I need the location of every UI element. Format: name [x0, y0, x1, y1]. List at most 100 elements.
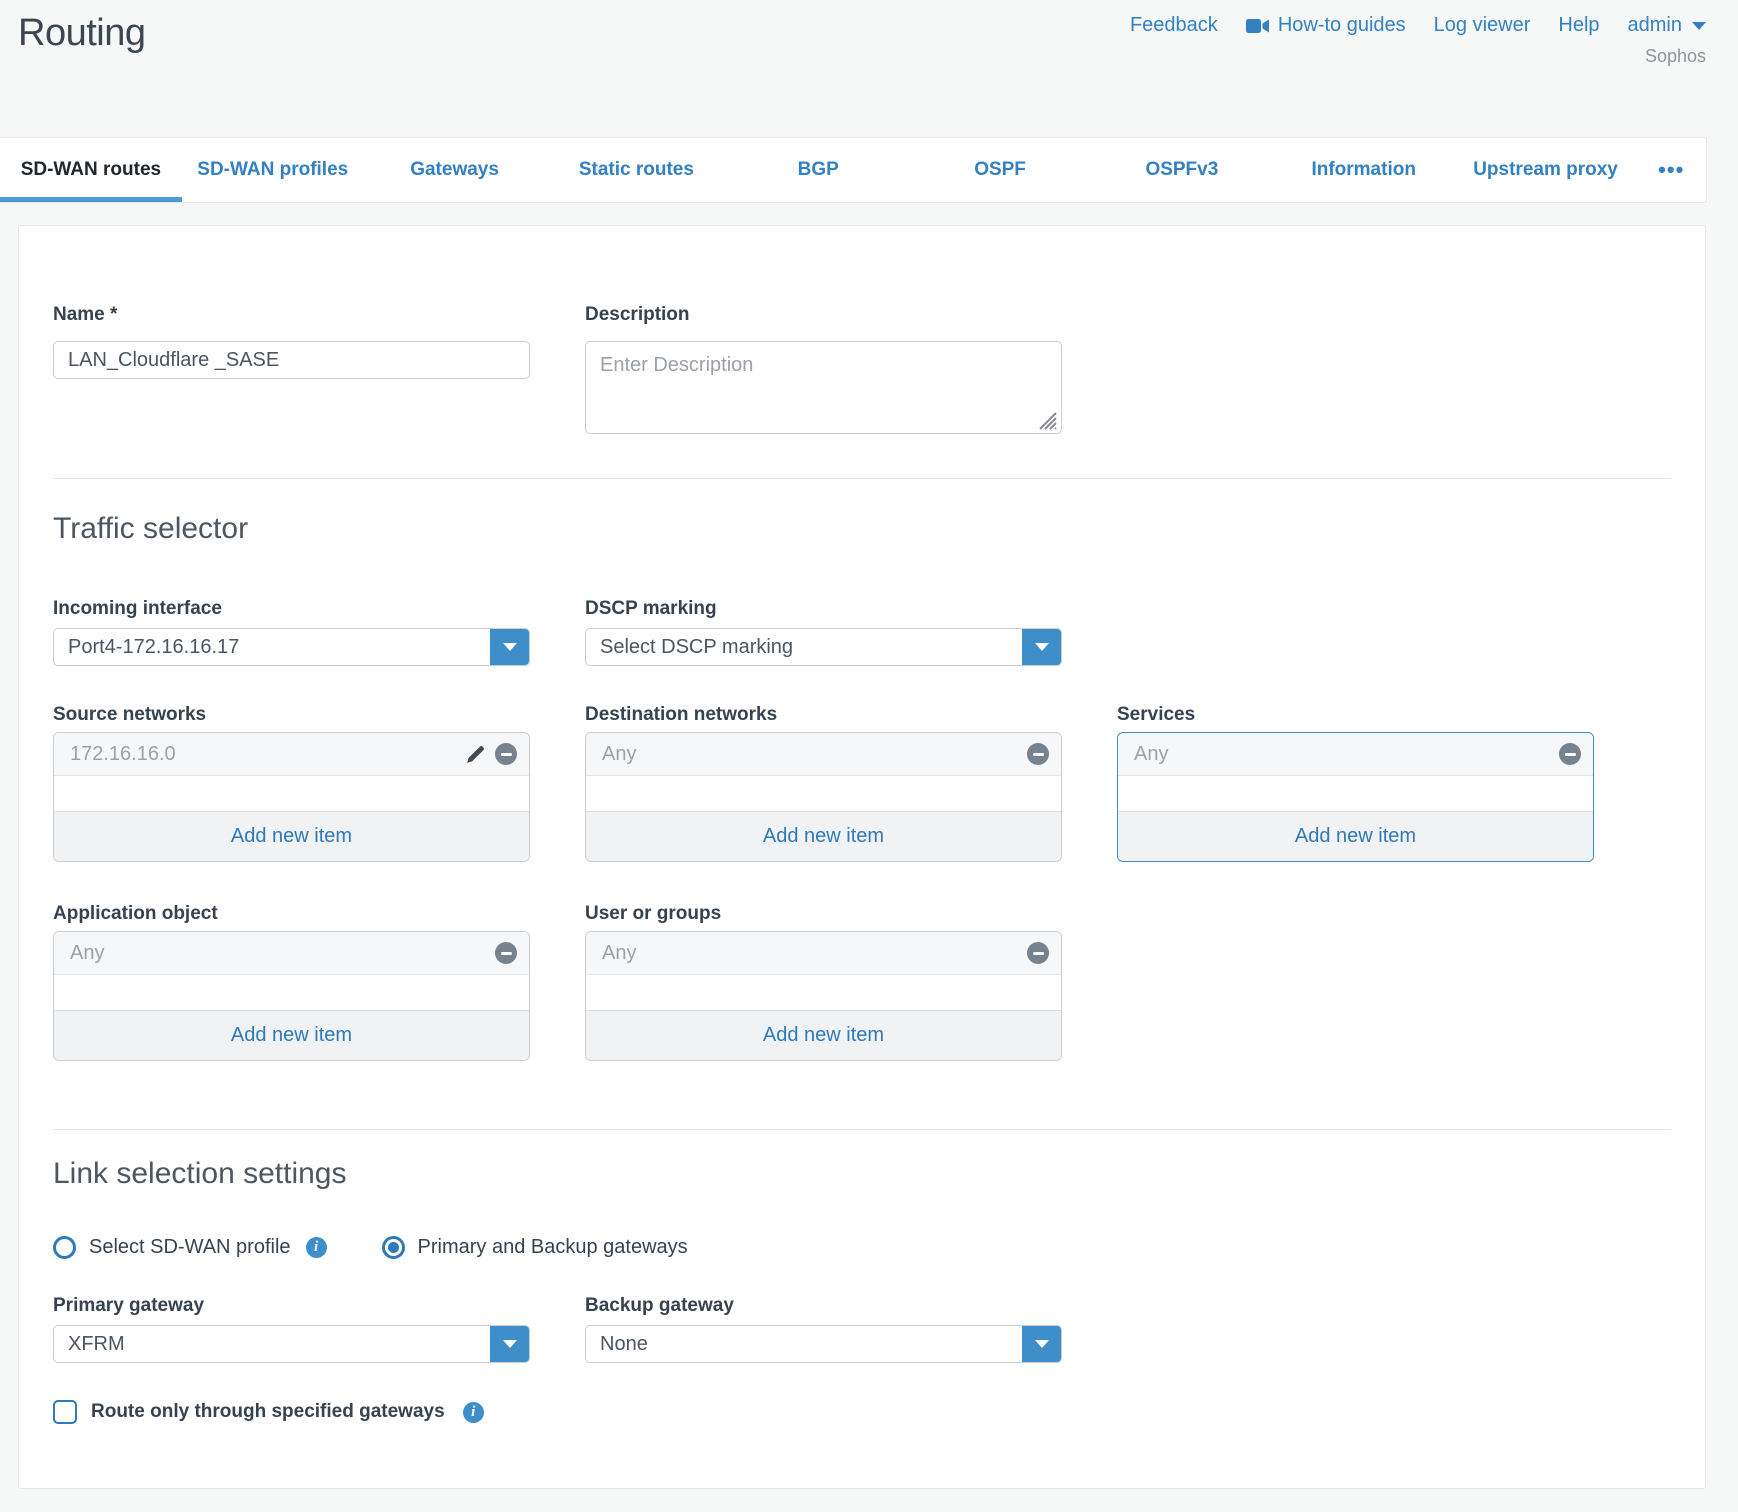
- list-empty-area: [586, 776, 1061, 811]
- radio-option-sdwan-profile: Select SD-WAN profile i: [53, 1236, 327, 1259]
- header-links: Feedback How-to guides Log viewer Help a…: [1130, 14, 1706, 37]
- log-viewer-link[interactable]: Log viewer: [1434, 14, 1531, 37]
- source-networks-listbox: 172.16.16.0 Add new item: [53, 732, 530, 862]
- link-selection-options: Select SD-WAN profile i Primary and Back…: [53, 1236, 1671, 1259]
- admin-menu[interactable]: admin: [1628, 14, 1706, 37]
- page-header: Routing Feedback How-to guides Log viewe…: [0, 0, 1738, 137]
- backup-gateway-field: Backup gateway None: [585, 1295, 1062, 1363]
- howto-guides-link[interactable]: How-to guides: [1246, 14, 1406, 37]
- dropdown-button[interactable]: [1022, 628, 1062, 666]
- user-or-groups-label: User or groups: [585, 903, 1062, 925]
- application-object-field: Application object Any Add new item: [53, 903, 530, 1061]
- tab-gateways[interactable]: Gateways: [364, 138, 546, 202]
- list-item-label: 172.16.16.0: [70, 743, 465, 766]
- name-input[interactable]: [53, 341, 530, 379]
- radio-primary-backup-gateways[interactable]: [382, 1236, 405, 1259]
- incoming-interface-select[interactable]: Port4-172.16.16.17: [53, 628, 530, 666]
- tab-ospfv3[interactable]: OSPFv3: [1091, 138, 1273, 202]
- page-title: Routing: [18, 12, 145, 55]
- list-item: Any: [54, 932, 529, 975]
- remove-icon[interactable]: [1027, 942, 1049, 964]
- list-item: Any: [1118, 733, 1593, 776]
- add-new-item-button[interactable]: Add new item: [1118, 811, 1593, 861]
- add-new-item-button[interactable]: Add new item: [54, 811, 529, 861]
- tab-upstream-proxy[interactable]: Upstream proxy: [1455, 138, 1637, 202]
- user-or-groups-field: User or groups Any Add new item: [585, 903, 1062, 1061]
- radio-label: Select SD-WAN profile: [89, 1236, 291, 1259]
- add-new-item-button[interactable]: Add new item: [586, 811, 1061, 861]
- source-networks-label: Source networks: [53, 704, 530, 726]
- backup-gateway-select[interactable]: None: [585, 1325, 1062, 1363]
- remove-icon[interactable]: [495, 743, 517, 765]
- incoming-interface-field: Incoming interface Port4-172.16.16.17: [53, 598, 530, 666]
- incoming-interface-label: Incoming interface: [53, 598, 530, 620]
- list-item-label: Any: [602, 942, 1027, 965]
- destination-networks-field: Destination networks Any Add new item: [585, 704, 1062, 862]
- description-textarea[interactable]: [585, 341, 1062, 434]
- destination-networks-label: Destination networks: [585, 704, 1062, 726]
- dropdown-button[interactable]: [490, 1325, 530, 1363]
- services-listbox: Any Add new item: [1117, 732, 1594, 862]
- remove-icon[interactable]: [1559, 743, 1581, 765]
- caret-down-icon: [503, 1340, 517, 1348]
- tab-bgp[interactable]: BGP: [727, 138, 909, 202]
- description-label: Description: [585, 304, 1062, 326]
- add-new-item-button[interactable]: Add new item: [54, 1010, 529, 1060]
- primary-gateway-label: Primary gateway: [53, 1295, 530, 1317]
- list-empty-area: [54, 975, 529, 1010]
- feedback-link[interactable]: Feedback: [1130, 14, 1218, 37]
- list-item: Any: [586, 733, 1061, 776]
- services-field: Services Any Add new item: [1117, 704, 1594, 862]
- backup-gateway-label: Backup gateway: [585, 1295, 1062, 1317]
- link-selection-heading: Link selection settings: [53, 1157, 1671, 1191]
- list-item-label: Any: [602, 743, 1027, 766]
- list-item-label: Any: [70, 942, 495, 965]
- sd-wan-route-form: Name * Description Traffic selector: [18, 225, 1706, 1489]
- list-empty-area: [586, 975, 1061, 1010]
- remove-icon[interactable]: [495, 942, 517, 964]
- tab-sd-wan-routes[interactable]: SD-WAN routes: [0, 138, 182, 202]
- section-divider: [53, 478, 1671, 479]
- caret-down-icon: [503, 643, 517, 651]
- dscp-marking-field: DSCP marking Select DSCP marking: [585, 598, 1062, 666]
- dscp-marking-label: DSCP marking: [585, 598, 1062, 620]
- route-only-label: Route only through specified gateways: [91, 1401, 445, 1423]
- primary-gateway-select[interactable]: XFRM: [53, 1325, 530, 1363]
- tab-overflow-menu[interactable]: •••: [1636, 138, 1706, 202]
- remove-icon[interactable]: [1027, 743, 1049, 765]
- add-new-item-button[interactable]: Add new item: [586, 1010, 1061, 1060]
- services-label: Services: [1117, 704, 1594, 726]
- edit-icon[interactable]: [465, 744, 486, 765]
- name-label: Name *: [53, 304, 530, 326]
- radio-option-primary-backup: Primary and Backup gateways: [382, 1236, 688, 1259]
- caret-down-icon: [1035, 643, 1049, 651]
- destination-networks-listbox: Any Add new item: [585, 732, 1062, 862]
- tab-information[interactable]: Information: [1273, 138, 1455, 202]
- list-item: Any: [586, 932, 1061, 975]
- radio-sdwan-profile[interactable]: [53, 1236, 76, 1259]
- user-or-groups-listbox: Any Add new item: [585, 931, 1062, 1061]
- list-item-label: Any: [1134, 743, 1559, 766]
- info-icon[interactable]: i: [306, 1237, 327, 1258]
- help-link[interactable]: Help: [1558, 14, 1599, 37]
- tab-sd-wan-profiles[interactable]: SD-WAN profiles: [182, 138, 364, 202]
- primary-gateway-field: Primary gateway XFRM: [53, 1295, 530, 1363]
- caret-down-icon: [1035, 1340, 1049, 1348]
- video-camera-icon: [1246, 18, 1270, 34]
- list-empty-area: [1118, 776, 1593, 811]
- info-icon[interactable]: i: [463, 1402, 484, 1423]
- chevron-down-icon: [1692, 22, 1706, 30]
- radio-label: Primary and Backup gateways: [418, 1236, 688, 1259]
- application-object-listbox: Any Add new item: [53, 931, 530, 1061]
- list-item: 172.16.16.0: [54, 733, 529, 776]
- dropdown-button[interactable]: [1022, 1325, 1062, 1363]
- route-only-option: Route only through specified gateways i: [53, 1400, 1671, 1424]
- route-only-checkbox[interactable]: [53, 1400, 77, 1424]
- dropdown-button[interactable]: [490, 628, 530, 666]
- resize-handle-icon[interactable]: [1034, 407, 1058, 431]
- tab-ospf[interactable]: OSPF: [909, 138, 1091, 202]
- tab-static-routes[interactable]: Static routes: [545, 138, 727, 202]
- tenant-label: Sophos: [1645, 46, 1706, 67]
- dscp-marking-select[interactable]: Select DSCP marking: [585, 628, 1062, 666]
- description-field-group: Description: [585, 304, 1062, 439]
